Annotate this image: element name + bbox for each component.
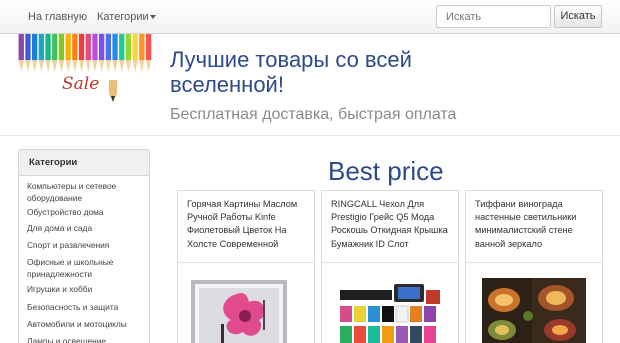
site-logo[interactable]: Sale — [18, 34, 152, 106]
product-title[interactable]: Тиффани винограда настенные светильники … — [475, 198, 599, 251]
best-price-heading: Best price — [328, 156, 444, 186]
nav-categories-dropdown[interactable]: Категории — [97, 11, 156, 23]
search-button[interactable]: Искать — [554, 5, 602, 28]
sidebar-heading: Категории — [19, 150, 149, 176]
logo-sale-text: Sale — [62, 74, 100, 94]
nav-home-link[interactable]: На главную — [28, 11, 87, 23]
card-divider — [322, 262, 458, 263]
colored-pencils-icon — [18, 34, 152, 72]
sidebar-item-office-school[interactable]: Офисные и школьные принадлежности — [27, 256, 145, 280]
site-tagline: Бесплатная доставка, быстрая оплата — [170, 106, 457, 123]
sidebar-item-security[interactable]: Безопасность и защита — [27, 301, 145, 313]
card-divider — [178, 262, 314, 263]
product-image-tiffany-lamps[interactable] — [482, 278, 586, 343]
caret-down-icon — [149, 15, 156, 20]
sidebar-item-home-garden[interactable]: Для дома и сада — [27, 222, 145, 234]
sidebar-item-automobiles[interactable]: Автомобили и мотоциклы — [27, 318, 145, 330]
search-input[interactable] — [436, 5, 551, 28]
categories-sidebar: Категории Компьютеры и сетевое оборудова… — [18, 149, 150, 343]
site-title: Лучшие товары со всей вселенной! — [170, 47, 412, 97]
sidebar-item-lamps-lighting[interactable]: Лампы и освещение — [27, 335, 145, 343]
product-title[interactable]: Горячая Картины Маслом Ручной Работы Kin… — [187, 198, 311, 251]
sidebar-item-computers[interactable]: Компьютеры и сетевое оборудование — [27, 180, 145, 204]
top-navbar: На главную Категории Искать — [0, 0, 620, 34]
sidebar-item-home-improvement[interactable]: Обустройство дома — [27, 206, 145, 218]
nav-categories-label: Категории — [97, 11, 149, 23]
product-image-phone-cases[interactable] — [336, 282, 444, 343]
card-divider — [466, 262, 602, 263]
header-divider — [0, 135, 620, 136]
sidebar-item-sports[interactable]: Спорт и развлечения — [27, 239, 145, 251]
product-image-flower-painting[interactable] — [191, 280, 287, 343]
pencil-tip-icon — [109, 80, 117, 102]
product-title[interactable]: RINGCALL Чехол Для Prestigio Грейс Q5 Мо… — [331, 198, 455, 251]
sidebar-item-toys-hobbies[interactable]: Игрушки и хобби — [27, 283, 145, 295]
